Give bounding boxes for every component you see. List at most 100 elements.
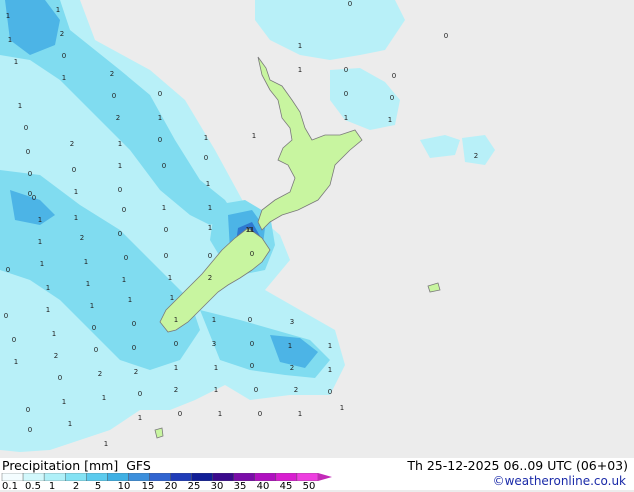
legend-swatches — [1, 473, 332, 481]
legend-swatch — [149, 473, 171, 481]
point-value-label: 2 — [110, 70, 114, 78]
point-value-label: 1 — [214, 364, 218, 372]
point-value-label: 1 — [252, 132, 256, 140]
point-value-label: 1 — [6, 12, 10, 20]
legend-tick-label: 0.5 — [25, 481, 41, 492]
legend-swatch — [64, 473, 87, 481]
point-value-label: 2 — [208, 274, 212, 282]
point-value-label: 1 — [18, 102, 22, 110]
point-value-label: 1 — [68, 420, 72, 428]
point-value-label: 0 — [132, 344, 136, 352]
model-name: GFS — [126, 458, 151, 473]
point-value-label: 2 — [116, 114, 120, 122]
legend-tick-label: 0.1 — [2, 481, 18, 492]
point-value-label: 1 — [38, 238, 42, 246]
point-value-label: 1 — [208, 224, 212, 232]
point-value-label: 1 — [74, 214, 78, 222]
legend-swatch — [191, 473, 213, 481]
point-value-label: 0 — [92, 324, 96, 332]
point-value-label: 2 — [70, 140, 74, 148]
point-value-label: 2 — [60, 30, 64, 38]
point-value-label: 0 — [72, 166, 76, 174]
legend-tick-label: 1 — [48, 481, 56, 492]
point-value-label: 1 — [340, 404, 344, 412]
legend-swatch — [233, 473, 256, 481]
legend-tick-label: 15 — [141, 481, 155, 492]
point-value-label: 1 — [118, 140, 122, 148]
point-value-label: 1 — [298, 42, 302, 50]
point-value-label: 0 — [250, 250, 254, 258]
point-value-label: 1 — [204, 134, 208, 142]
point-value-label: 0 — [24, 124, 28, 132]
point-value-label: 0 — [248, 316, 252, 324]
legend-swatch — [1, 473, 24, 481]
legend-tick-label: 45 — [279, 481, 293, 492]
point-value-label: 0 — [204, 154, 208, 162]
point-value-label: 1 — [86, 280, 90, 288]
point-value-label: 0 — [328, 388, 332, 396]
point-value-label: 1 — [46, 284, 50, 292]
point-value-label: 1 — [38, 216, 42, 224]
point-value-label: 0 — [32, 194, 36, 202]
point-value-label: 1 — [388, 116, 392, 124]
point-value-label: 0 — [158, 136, 162, 144]
point-value-label: 2 — [98, 370, 102, 378]
point-value-label: 0 — [158, 90, 162, 98]
point-value-label: 0 — [254, 386, 258, 394]
point-value-label: 1 — [118, 162, 122, 170]
point-value-label: 0 — [28, 170, 32, 178]
legend-color-bar — [1, 473, 332, 481]
point-value-label: 0 — [162, 162, 166, 170]
point-value-label: 1 — [218, 410, 222, 418]
point-value-label: 1 — [62, 398, 66, 406]
point-value-label: 1 — [328, 342, 332, 350]
point-value-label: 11 — [246, 226, 255, 234]
point-value-label: 2 — [174, 386, 178, 394]
point-value-label: 1 — [162, 204, 166, 212]
legend-tick-label: 25 — [187, 481, 201, 492]
point-value-label: 1 — [344, 114, 348, 122]
legend-tick-label: 35 — [233, 481, 247, 492]
point-value-label: 0 — [58, 374, 62, 382]
legend-swatch — [86, 473, 108, 481]
point-value-label: 0 — [62, 52, 66, 60]
legend-swatch — [170, 473, 192, 481]
point-value-label: 0 — [444, 32, 448, 40]
precipitation-map: 1012 011011 02 010 0 0012 1 1 101 102010 201 000101… — [0, 0, 634, 458]
legend-tick-label: 10 — [117, 481, 131, 492]
point-value-label: 1 — [128, 296, 132, 304]
point-value-label: 1 — [104, 440, 108, 448]
credit-link[interactable]: ©weatheronline.co.uk — [493, 474, 626, 488]
point-value-label: 1 — [288, 342, 292, 350]
point-value-label: 1 — [158, 114, 162, 122]
legend-tick-label: 40 — [256, 481, 270, 492]
point-value-label: 1 — [14, 58, 18, 66]
point-value-label: 0 — [164, 252, 168, 260]
point-value-label: 1 — [52, 330, 56, 338]
point-value-label: 0 — [124, 254, 128, 262]
legend-title-text: Precipitation [mm] — [2, 458, 119, 473]
point-value-label: 1 — [298, 66, 302, 74]
point-value-label: 1 — [102, 394, 106, 402]
point-value-label: 1 — [212, 316, 216, 324]
point-value-label: 0 — [250, 340, 254, 348]
point-value-label: 0 — [4, 312, 8, 320]
legend-swatch — [254, 473, 277, 481]
point-value-label: 1 — [168, 274, 172, 282]
point-value-label: 2 — [294, 386, 298, 394]
point-value-label: 0 — [344, 90, 348, 98]
point-value-label: 0 — [26, 148, 30, 156]
valid-time: Th 25-12-2025 06..09 UTC (06+03) — [407, 458, 628, 473]
point-value-label: 2 — [290, 364, 294, 372]
point-value-label: 1 — [62, 74, 66, 82]
point-value-label: 1 — [208, 204, 212, 212]
point-value-label: 1 — [328, 366, 332, 374]
point-value-label: 1 — [122, 276, 126, 284]
point-value-label: 0 — [164, 226, 168, 234]
point-value-label: 2 — [474, 152, 478, 160]
point-value-label: 1 — [174, 316, 178, 324]
legend-swatch — [107, 473, 129, 481]
point-value-label: 2 — [134, 368, 138, 376]
point-value-label: 0 — [138, 390, 142, 398]
point-value-label: 1 — [84, 258, 88, 266]
